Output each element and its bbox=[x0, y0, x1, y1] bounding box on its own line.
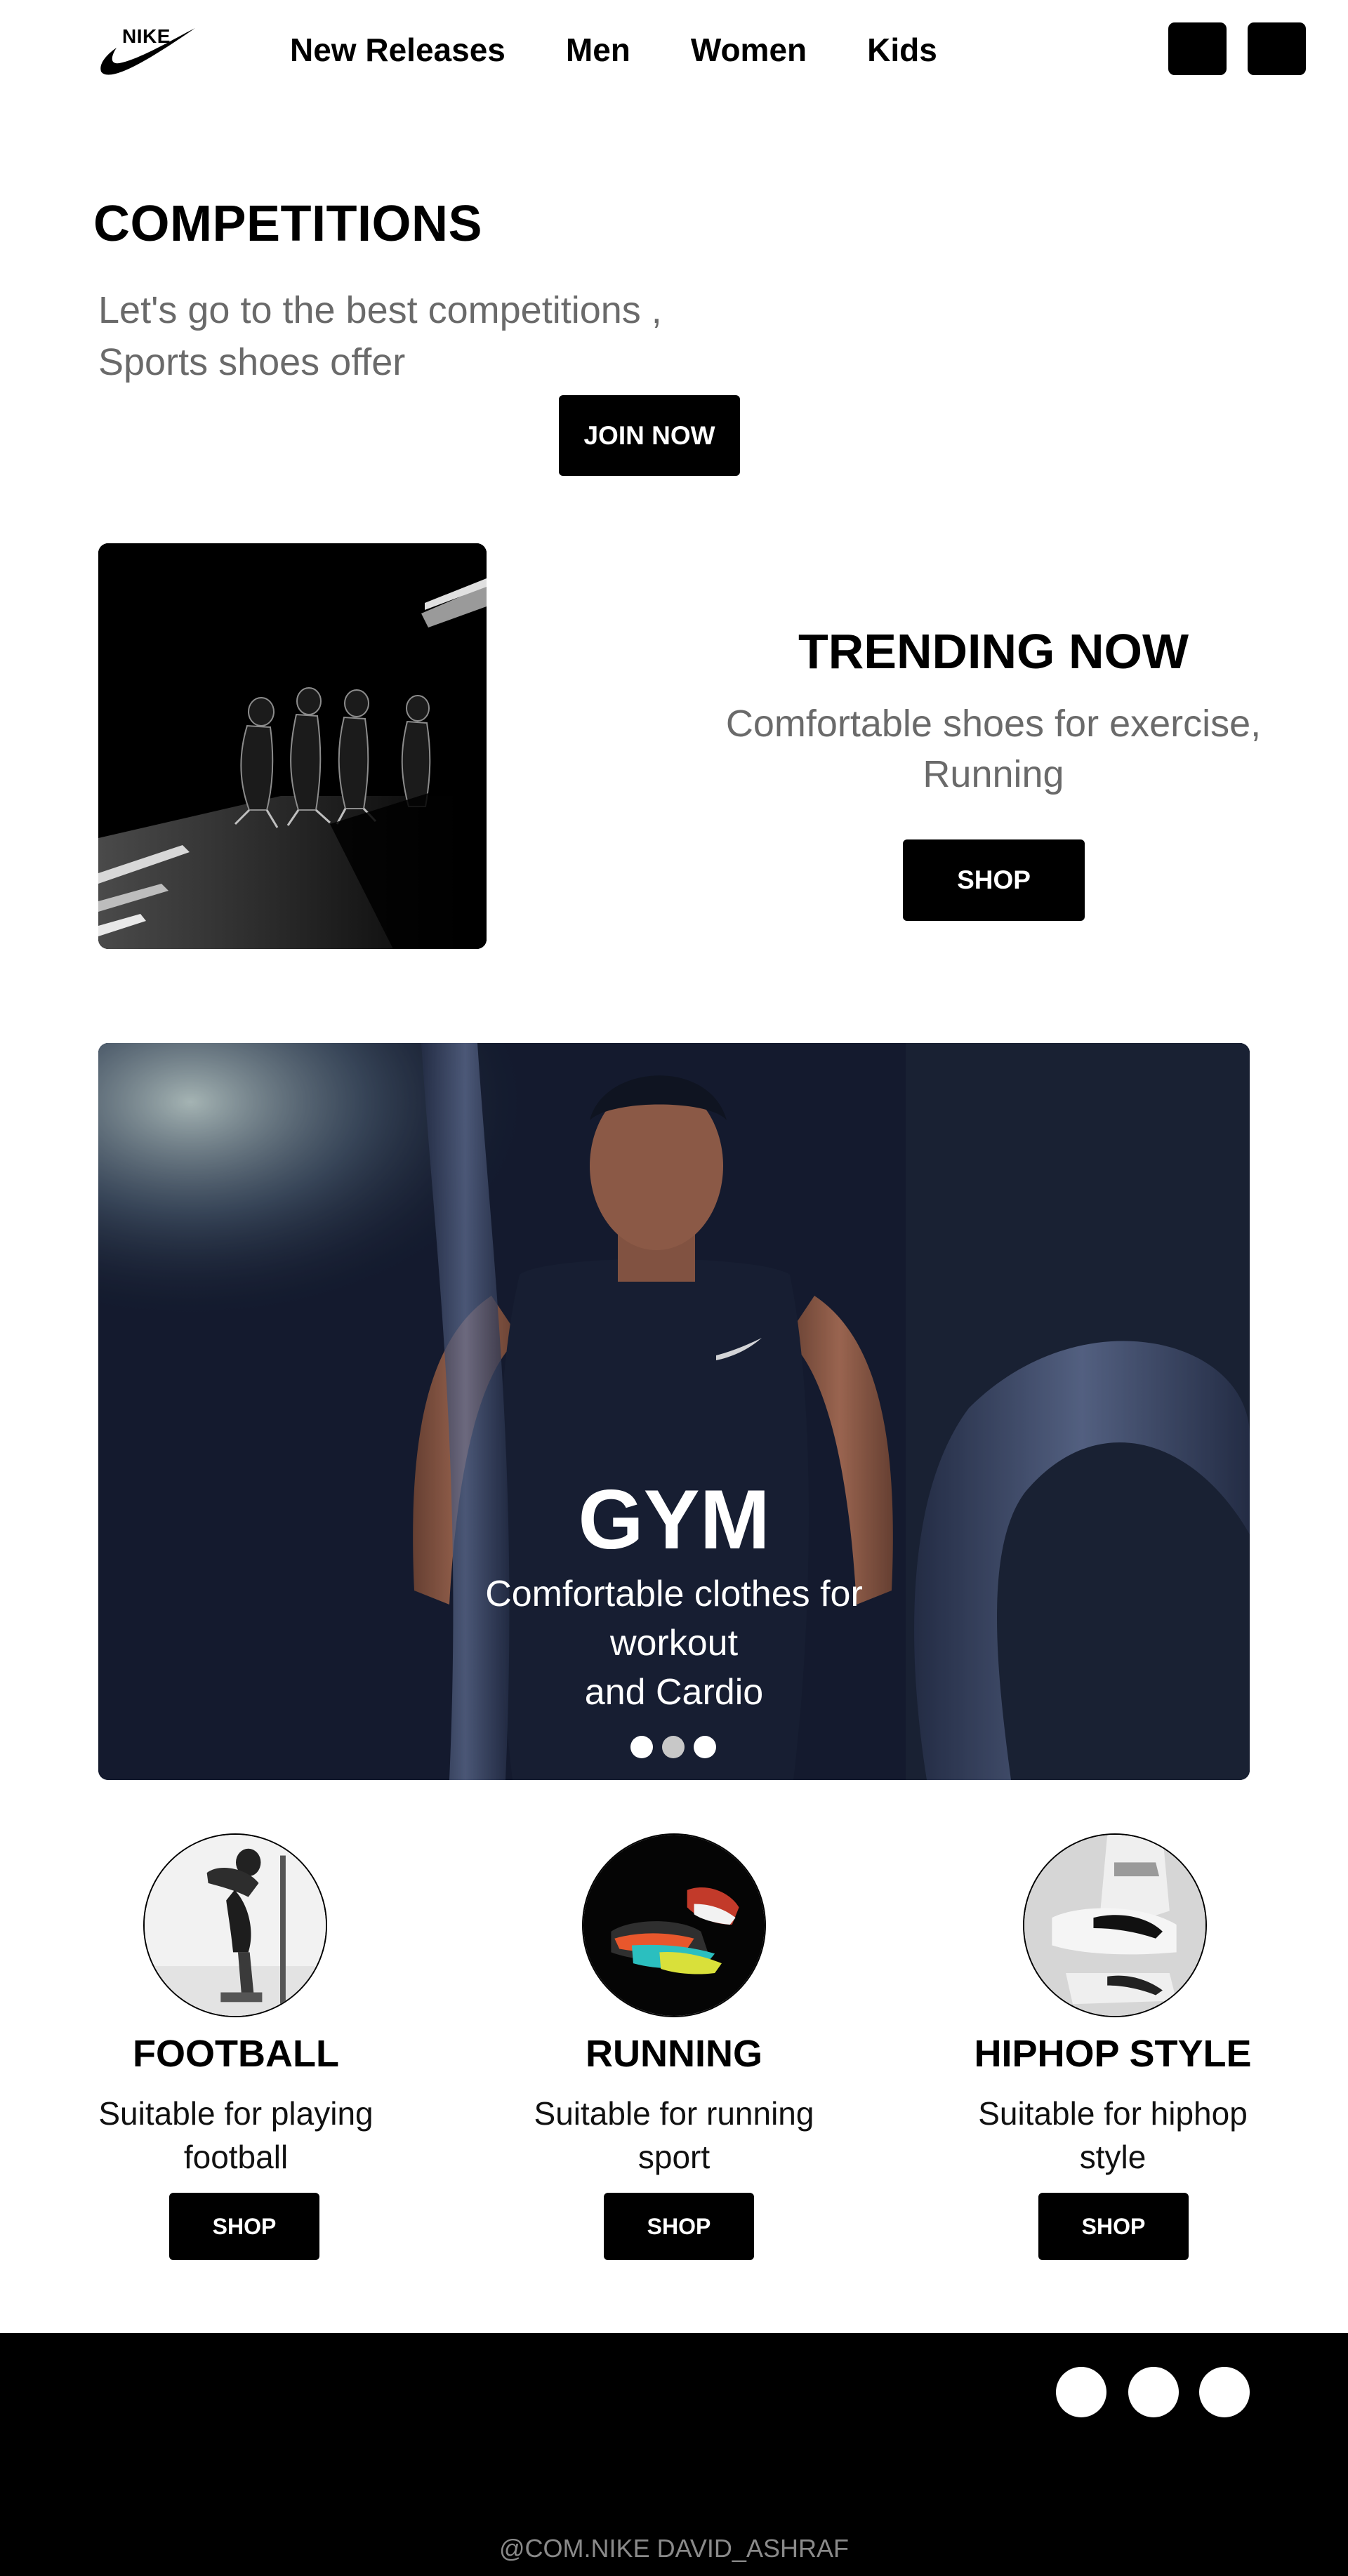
hiphop-image bbox=[1023, 1833, 1207, 2017]
competitions-subtitle-line2: Sports shoes offer bbox=[98, 341, 406, 383]
carousel-dot-1[interactable] bbox=[630, 1736, 653, 1758]
carousel-dot-2[interactable] bbox=[662, 1736, 685, 1758]
gym-subtitle-line2: and Cardio bbox=[584, 1672, 764, 1713]
football-desc-line1: Suitable for playing bbox=[98, 2095, 374, 2132]
nike-logo[interactable]: NIKE bbox=[98, 21, 197, 77]
gym-hero-banner: GYM Comfortable clothes for workout and … bbox=[98, 1043, 1250, 1780]
trending-subtitle: Comfortable shoes for exercise, Running bbox=[709, 698, 1278, 799]
nav-kids[interactable]: Kids bbox=[867, 31, 937, 69]
trending-title: TRENDING NOW bbox=[798, 624, 1189, 679]
social-icon-2[interactable] bbox=[1128, 2367, 1179, 2417]
cart-icon[interactable] bbox=[1168, 22, 1227, 75]
hiphop-description: Suitable for hiphop style bbox=[916, 2092, 1309, 2179]
nav-new-releases[interactable]: New Releases bbox=[290, 31, 505, 69]
social-icon-3[interactable] bbox=[1199, 2367, 1250, 2417]
running-image bbox=[582, 1833, 766, 2017]
trending-shop-button[interactable]: SHOP bbox=[903, 839, 1085, 921]
football-image bbox=[143, 1833, 327, 2017]
nav-men[interactable]: Men bbox=[566, 31, 630, 69]
main-menu: New Releases Men Women Kids bbox=[290, 31, 937, 69]
running-desc-line1: Suitable for running bbox=[534, 2095, 814, 2132]
gym-subtitle-line1: Comfortable clothes for workout bbox=[485, 1574, 863, 1664]
user-icon[interactable] bbox=[1248, 22, 1306, 75]
hiphop-title: HIPHOP STYLE bbox=[974, 2033, 1252, 2075]
hiphop-shop-button[interactable]: SHOP bbox=[1038, 2193, 1189, 2260]
competitions-title: COMPETITIONS bbox=[93, 196, 483, 252]
nav-women[interactable]: Women bbox=[691, 31, 807, 69]
running-desc-line2: sport bbox=[637, 2139, 711, 2175]
runners-image bbox=[98, 543, 487, 949]
carousel-dot-3[interactable] bbox=[694, 1736, 716, 1758]
top-navigation: NIKE New Releases Men Women Kids bbox=[0, 0, 1348, 105]
gym-subtitle: Comfortable clothes for workout and Card… bbox=[463, 1569, 885, 1717]
social-icon-1[interactable] bbox=[1056, 2367, 1106, 2417]
carousel-indicators bbox=[630, 1736, 716, 1758]
hiphop-desc-line2: style bbox=[1079, 2139, 1147, 2175]
football-description: Suitable for playing football bbox=[39, 2092, 432, 2179]
footer: @COM.NIKE DAVID_ASHRAF bbox=[0, 2333, 1348, 2576]
football-shop-button[interactable]: SHOP bbox=[169, 2193, 319, 2260]
running-shop-button[interactable]: SHOP bbox=[604, 2193, 754, 2260]
competitions-subtitle: Let's go to the best competitions , Spor… bbox=[98, 284, 730, 388]
football-title: FOOTBALL bbox=[133, 2033, 339, 2075]
football-desc-line2: football bbox=[183, 2139, 289, 2175]
trending-subtitle-line2: Running bbox=[923, 753, 1064, 795]
join-now-button[interactable]: JOIN NOW bbox=[559, 395, 740, 476]
competitions-subtitle-line1: Let's go to the best competitions , bbox=[98, 289, 662, 331]
running-description: Suitable for running sport bbox=[477, 2092, 871, 2179]
copyright-text: @COM.NIKE DAVID_ASHRAF bbox=[499, 2534, 849, 2563]
running-title: RUNNING bbox=[586, 2033, 762, 2075]
hiphop-desc-line1: Suitable for hiphop bbox=[978, 2095, 1248, 2132]
gym-title: GYM bbox=[578, 1473, 770, 1567]
trending-subtitle-line1: Comfortable shoes for exercise, bbox=[725, 703, 1262, 745]
logo-wordmark: NIKE bbox=[122, 25, 171, 47]
